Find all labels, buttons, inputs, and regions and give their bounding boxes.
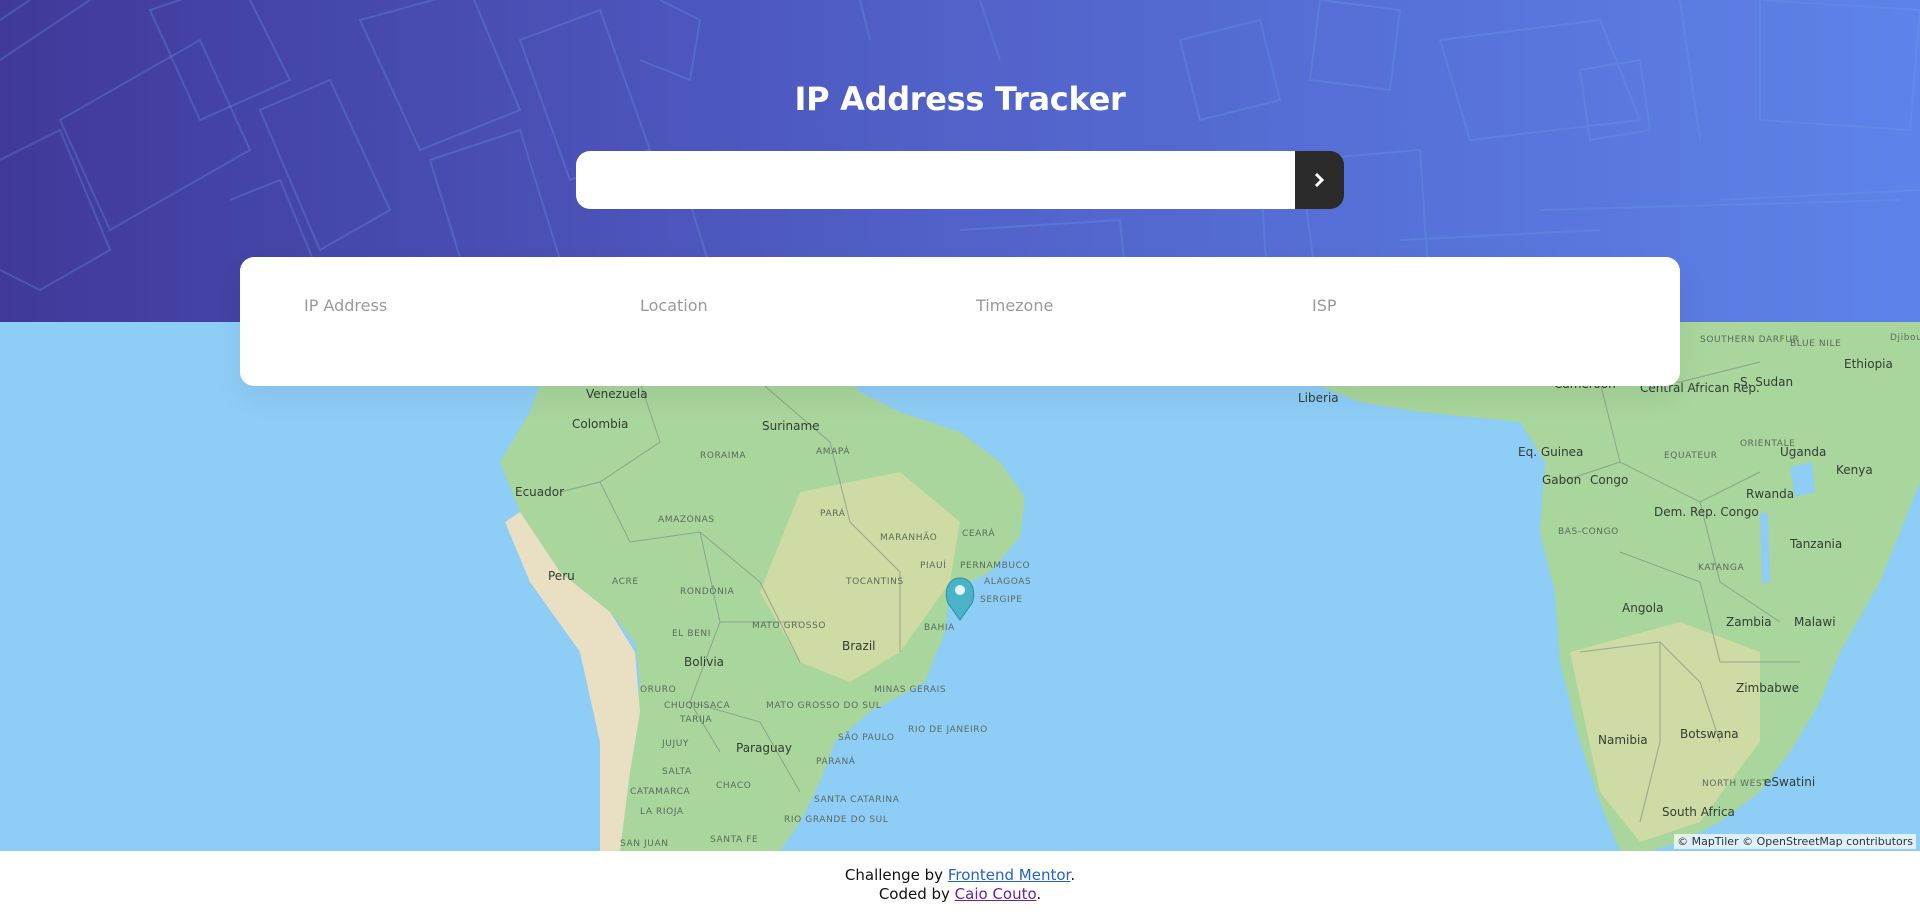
ip-address-block: IP Address [304,257,640,386]
map-label: SOUTHERN DARFUR [1700,335,1799,345]
map-label: Ecuador [515,485,564,499]
timezone-block: Timezone [976,257,1312,386]
map-label: PERNAMBUCO [960,561,1030,571]
map-label: SANTA FE [710,835,758,845]
map-label: EL BENI [672,629,711,639]
map-label: Botswana [1680,727,1739,741]
map-label: JUJUY [661,739,689,749]
timezone-label: Timezone [976,296,1054,315]
footer-coded-prefix: Coded by [878,885,955,903]
map-label: CATAMARCA [630,787,691,797]
map-label: RORAIMA [700,451,746,461]
map-label: Suriname [762,419,820,433]
map-label: RIO DE JANEIRO [908,725,988,735]
map-label: SANTA CATARINA [814,795,900,805]
map-label: Rwanda [1746,487,1794,501]
map-label: RIO GRANDE DO SUL [784,815,888,825]
chevron-right-icon [1314,173,1325,187]
map-label: LA RIOJA [640,807,684,817]
map-label: Namibia [1598,733,1648,747]
map-label: ALAGOAS [984,577,1031,587]
map-label: ORURO [640,685,676,695]
map-label: Dem. Rep. Congo [1654,505,1759,519]
map-label: Paraguay [736,741,792,755]
ip-address-label: IP Address [304,296,388,315]
map-label: AMAPÁ [816,445,850,457]
isp-label: ISP [1312,296,1337,315]
map-label: Peru [548,569,575,583]
map-label: MATO GROSSO DO SUL [766,701,881,711]
map-label: BLUE NILE [1790,339,1841,349]
footer-line-2: Coded by Caio Couto. [0,885,1920,904]
footer-punctuation: . [1070,866,1076,884]
map-label: EQUATEUR [1664,451,1718,461]
map-label: NORTH WEST [1702,779,1768,789]
map-label: KATANGA [1698,563,1744,573]
map-label: Eq. Guinea [1518,445,1583,459]
map-label: MATO GROSSO [752,621,826,631]
map-label: Liberia [1298,391,1339,405]
location-block: Location [640,257,976,386]
map-label: Zimbabwe [1736,681,1799,695]
footer-challenge-prefix: Challenge by [844,866,948,884]
map-label: TARIJA [679,715,712,725]
map-label: Kenya [1836,463,1873,477]
isp-value [1312,325,1648,353]
map-label: PARANÁ [816,755,856,767]
footer-punctuation: . [1036,885,1042,903]
location-value [640,325,976,353]
map-view[interactable]: Venezuela Colombia Suriname RORAIMA AMAP… [0,322,1920,851]
page-title: IP Address Tracker [794,80,1126,118]
map-label: Brazil [842,639,876,653]
attribution-footer: Challenge by Frontend Mentor. Coded by C… [0,866,1920,904]
map-label: SERGIPE [980,595,1023,605]
search-form [576,151,1344,209]
map-label: Gabon [1542,473,1581,487]
isp-block: ISP [1312,257,1648,386]
map-label: Tanzania [1789,537,1842,551]
map-label: BAHIA [924,623,955,633]
map-label: MARANHÃO [880,532,937,543]
map-label: TOCANTINS [845,577,904,587]
map-label: PIAUÍ [920,559,946,571]
map-label: Uganda [1780,445,1826,459]
search-submit-button[interactable] [1295,151,1344,209]
map-label: CEARÁ [962,527,995,539]
map-label: Malawi [1794,615,1836,629]
map-label: RONDÔNIA [680,585,735,597]
timezone-value [976,325,1312,353]
map-label: eSwatini [1764,775,1815,789]
map-label: AMAZONAS [658,515,715,525]
ip-info-card: IP Address Location Timezone ISP [240,257,1680,386]
map-label: Bolivia [684,655,724,669]
location-label: Location [640,296,708,315]
map-attribution[interactable]: © MapTiler © OpenStreetMap contributors [1674,834,1916,849]
ip-search-input[interactable] [576,151,1295,209]
map-label: CHACO [716,781,751,791]
author-link[interactable]: Caio Couto [955,885,1037,903]
map-label: SALTA [662,767,692,777]
map-label: SAN JUAN [620,839,669,849]
map-label: Congo [1590,473,1628,487]
map-label: Angola [1622,601,1663,615]
location-marker-icon[interactable] [945,577,975,621]
footer-line-1: Challenge by Frontend Mentor. [0,866,1920,885]
frontend-mentor-link[interactable]: Frontend Mentor [948,866,1071,884]
map-label: S. Sudan [1740,375,1793,389]
map-tiles[interactable]: Venezuela Colombia Suriname RORAIMA AMAP… [0,322,1920,851]
map-label: BAS-CONGO [1558,527,1619,537]
map-label: Djibouti [1890,333,1920,343]
map-label: CHUQUISACA [664,701,731,711]
map-label: PARÁ [820,507,846,519]
map-label: SÃO PAULO [838,732,895,743]
map-label: South Africa [1662,805,1735,819]
ip-address-value [304,325,640,353]
map-label: Zambia [1726,615,1772,629]
map-label: Colombia [572,417,628,431]
map-label: Venezuela [586,387,648,401]
map-label: Ethiopia [1844,357,1893,371]
map-label: MINAS GERAIS [874,685,946,695]
map-label: ACRE [612,577,639,587]
